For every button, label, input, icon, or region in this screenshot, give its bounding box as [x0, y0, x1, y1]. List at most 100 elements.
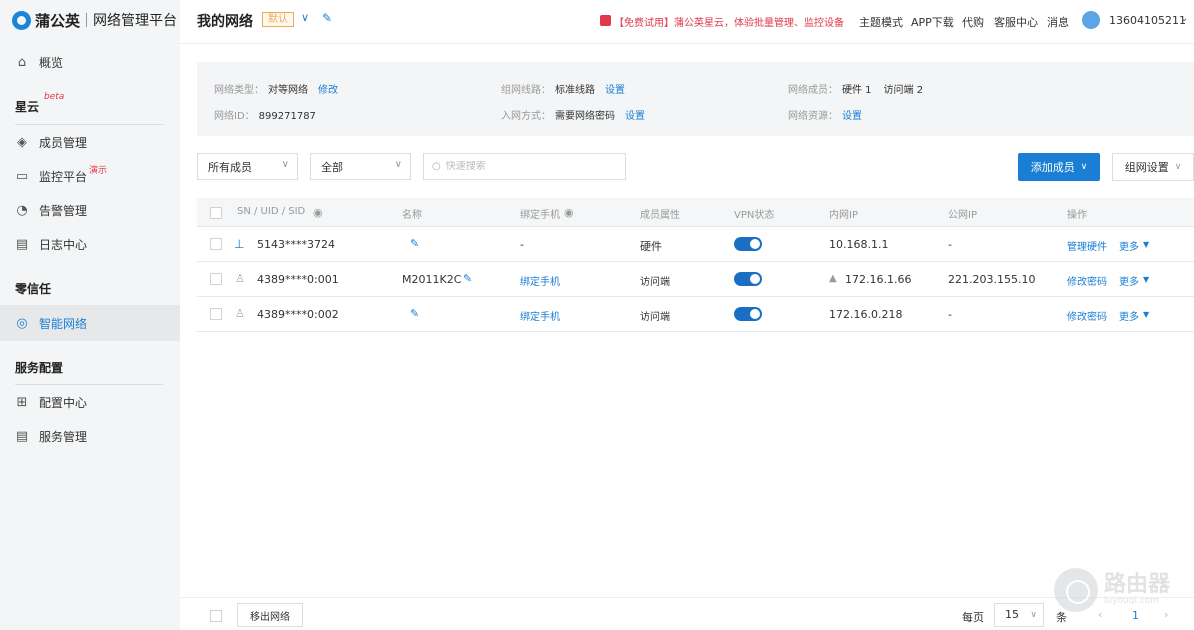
- sidebar-item-overview[interactable]: ⌂ 概览: [0, 44, 180, 80]
- status-filter-select[interactable]: 全部 ∨: [310, 153, 411, 180]
- row-checkbox[interactable]: [210, 308, 222, 320]
- topbar: 我的网络 默认 ∨ ✎ 【免费试用】蒲公英星云，体验批量管理、监控设备 主题模式…: [180, 0, 1194, 44]
- messages-link[interactable]: 消息: [1047, 14, 1069, 30]
- default-badge: 默认: [262, 12, 294, 27]
- cell-phone: -: [520, 238, 524, 251]
- watermark-text: 路由器 luyouqi.com: [1104, 572, 1171, 607]
- sidebar-item-members[interactable]: ◈ 成员管理: [0, 124, 180, 160]
- footer-bar: 移出网络 每页 15 ∨ 条 ‹ 1 ›: [180, 597, 1194, 630]
- page-size-select[interactable]: 15 ∨: [994, 603, 1044, 627]
- bind-phone-link[interactable]: 绑定手机: [520, 308, 560, 323]
- sidebar-item-logs[interactable]: ▤ 日志中心: [0, 226, 180, 262]
- bell-icon: ◔: [16, 202, 28, 218]
- user-icon: ♙: [235, 272, 245, 285]
- network-type: 网络类型： 对等网络 修改: [214, 81, 338, 96]
- cell-lan-ip: 10.168.1.1: [829, 238, 889, 251]
- more-menu[interactable]: 更多: [1119, 273, 1139, 288]
- caret-down-icon[interactable]: ▼: [1143, 240, 1149, 249]
- change-password-link[interactable]: 修改密码: [1067, 308, 1107, 323]
- select-value: 所有成员: [208, 160, 252, 174]
- watermark: 路由器 luyouqi.com: [1054, 568, 1170, 612]
- table-row: ♙ 4389****0:001 M2011K2C ✎ 绑定手机 访问端 ▲ 17…: [197, 262, 1194, 297]
- set-join-link[interactable]: 设置: [625, 111, 645, 122]
- info-value: 899271787: [258, 111, 316, 122]
- cell-wan-ip: -: [948, 308, 952, 321]
- manage-hardware-link[interactable]: 管理硬件: [1067, 238, 1107, 253]
- set-line-link[interactable]: 设置: [605, 85, 625, 96]
- sidebar-item-label: 告警管理: [39, 203, 88, 218]
- more-menu[interactable]: 更多: [1119, 238, 1139, 253]
- sidebar-item-label: 监控平台: [39, 169, 88, 184]
- bind-phone-link[interactable]: 绑定手机: [520, 273, 560, 288]
- avatar[interactable]: [1082, 11, 1100, 29]
- edit-icon[interactable]: ✎: [410, 307, 419, 320]
- promo-link[interactable]: 【免费试用】蒲公英星云，体验批量管理、监控设备: [614, 14, 844, 29]
- user-icon: ♙: [235, 307, 245, 320]
- watermark-cn: 路由器: [1104, 572, 1171, 597]
- cell-attr: 访问端: [640, 277, 670, 288]
- edit-icon[interactable]: ✎: [322, 11, 332, 25]
- layers-icon: ◈: [17, 134, 27, 150]
- sidebar-item-smart-network[interactable]: ◎ 智能网络: [0, 305, 180, 341]
- chevron-down-icon[interactable]: ∨: [301, 11, 309, 24]
- logo[interactable]: 蒲公英 网络管理平台: [12, 9, 177, 31]
- chevron-down-icon[interactable]: ⌄: [1180, 13, 1188, 24]
- search-input[interactable]: [445, 161, 616, 172]
- column-header-phone: 绑定手机: [520, 210, 560, 221]
- select-all-checkbox[interactable]: [210, 207, 222, 219]
- network-info-panel: 网络类型： 对等网络 修改 组网线路： 标准线路 设置 网络成员： 硬件 1 访问端 2 网…: [197, 62, 1194, 136]
- sidebar-section-nebula: 星云: [15, 100, 40, 114]
- button-label: 组网设置: [1124, 161, 1169, 174]
- info-value: 访问端 2: [883, 85, 924, 96]
- info-label: 网络类型：: [214, 85, 264, 96]
- more-menu[interactable]: 更多: [1119, 308, 1139, 323]
- theme-mode-link[interactable]: 主题模式: [859, 14, 903, 30]
- select-all-checkbox[interactable]: [210, 610, 222, 622]
- column-header-action: 操作: [1067, 210, 1087, 221]
- caret-down-icon[interactable]: ▼: [1143, 310, 1149, 319]
- info-label: 组网线路：: [501, 85, 551, 96]
- sidebar-section-service-config: 服务配置: [15, 361, 64, 375]
- user-account[interactable]: 13604105211: [1109, 14, 1186, 27]
- network-icon: ◎: [16, 315, 28, 331]
- add-member-button[interactable]: 添加成员 ∨: [1018, 153, 1100, 181]
- row-checkbox[interactable]: [210, 238, 222, 250]
- search-icon: ○: [432, 161, 441, 172]
- chevron-down-icon: ∨: [1030, 610, 1037, 620]
- cell-lan-ip: 172.16.0.218: [829, 308, 903, 321]
- edit-network-type-link[interactable]: 修改: [318, 85, 338, 96]
- edit-icon[interactable]: ✎: [463, 272, 472, 285]
- sidebar-item-config-center[interactable]: ⊞ 配置中心: [0, 384, 180, 420]
- eye-icon[interactable]: ◉: [313, 206, 323, 219]
- row-checkbox[interactable]: [210, 273, 222, 285]
- sidebar-item-alerts[interactable]: ◔ 告警管理: [0, 192, 180, 228]
- cell-name: M2011K2C: [402, 273, 462, 286]
- support-center-link[interactable]: 客服中心: [994, 14, 1038, 30]
- app-download-link[interactable]: APP下载: [911, 14, 954, 30]
- watermark-logo-icon: [1054, 568, 1098, 612]
- vpn-toggle[interactable]: [734, 307, 762, 321]
- cell-sn: 4389****0:001: [257, 273, 339, 286]
- edit-icon[interactable]: ✎: [410, 237, 419, 250]
- chevron-down-icon: ∨: [281, 159, 289, 170]
- column-header-name: 名称: [402, 210, 422, 221]
- logo-divider: [86, 13, 88, 27]
- purchase-link[interactable]: 代购: [962, 14, 984, 30]
- watermark-en: luyouqi.com: [1104, 596, 1160, 606]
- network-settings-button[interactable]: 组网设置 ∨: [1112, 153, 1194, 181]
- set-resource-link[interactable]: 设置: [842, 111, 862, 122]
- sidebar-item-label: 概览: [39, 55, 64, 70]
- sidebar-item-service-mgmt[interactable]: ▤ 服务管理: [0, 418, 180, 454]
- button-label: 添加成员: [1030, 161, 1075, 174]
- member-filter-select[interactable]: 所有成员 ∨: [197, 153, 298, 180]
- vpn-toggle[interactable]: [734, 237, 762, 251]
- sidebar-item-label: 日志中心: [39, 237, 88, 252]
- change-password-link[interactable]: 修改密码: [1067, 273, 1107, 288]
- remove-from-network-button[interactable]: 移出网络: [237, 603, 303, 627]
- vpn-toggle[interactable]: [734, 272, 762, 286]
- sidebar-item-label: 配置中心: [39, 395, 88, 410]
- clipboard-icon: ▤: [15, 236, 29, 252]
- caret-down-icon[interactable]: ▼: [1143, 275, 1149, 284]
- eye-icon[interactable]: ◉: [564, 206, 574, 219]
- table-header: SN / UID / SID ◉ 名称 绑定手机 ◉ 成员属性 VPN状态 内网…: [197, 198, 1194, 227]
